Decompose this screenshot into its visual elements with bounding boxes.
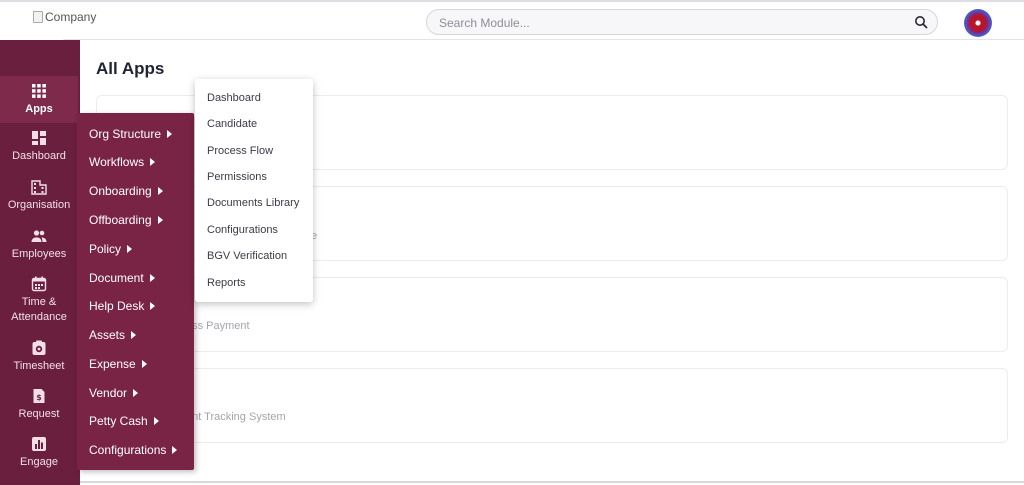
menu-item-assets[interactable]: Assets — [89, 328, 137, 342]
menu-item-label: Configurations — [89, 443, 167, 457]
menu-item-label: Vendor — [89, 386, 128, 400]
chart-icon — [32, 437, 46, 451]
menu-item-configurations[interactable]: Configurations — [89, 443, 178, 457]
flyout-item-bgv-verification[interactable]: BGV Verification — [207, 250, 287, 262]
sidebar-item-employees[interactable]: Employees — [0, 228, 78, 272]
app-card-subtitle: ess Payment — [186, 320, 250, 332]
apps-menu: Org Structure Workflows Onboarding Offbo… — [77, 113, 194, 470]
search-icon[interactable] — [914, 15, 928, 29]
menu-item-label: Document — [89, 271, 144, 285]
flyout-item-permissions[interactable]: Permissions — [207, 171, 267, 183]
menu-item-offboarding[interactable]: Offboarding — [89, 213, 163, 227]
sidebar-item-engage[interactable]: Engage — [0, 436, 78, 480]
menu-item-vendor[interactable]: Vendor — [89, 386, 139, 400]
menu-item-onboarding[interactable]: Onboarding — [89, 184, 163, 198]
sidebar-item-label: Organisation — [7, 199, 71, 211]
timesheet-icon — [32, 340, 46, 355]
menu-item-document[interactable]: Document — [89, 271, 155, 285]
logo-area: Company — [0, 2, 96, 42]
menu-item-label: Onboarding — [89, 184, 152, 198]
menu-item-label: Help Desk — [89, 299, 145, 313]
grid-icon — [32, 84, 46, 98]
onboarding-flyout-menu: Dashboard Candidate Process Flow Permiss… — [195, 79, 313, 302]
app-card[interactable]: ant Tracking System — [96, 368, 1008, 443]
sidebar-item-label: Dashboard — [12, 150, 66, 162]
caret-right-icon — [157, 216, 163, 224]
sidebar-item-time-attendance[interactable]: Time & Attendance — [0, 276, 78, 336]
search-input[interactable]: Search Module... — [426, 9, 938, 35]
dashboard-icon — [32, 131, 46, 145]
menu-item-label: Petty Cash — [89, 414, 148, 428]
caret-right-icon — [172, 446, 178, 454]
caret-right-icon — [150, 302, 156, 310]
sidebar-item-label: Apps — [25, 103, 53, 115]
sidebar-item-label: Engage — [20, 456, 58, 468]
calendar-icon — [31, 276, 47, 292]
menu-item-workflows[interactable]: Workflows — [89, 155, 156, 169]
flyout-item-dashboard[interactable]: Dashboard — [207, 92, 261, 104]
app-card-subtitle: ant Tracking System — [186, 411, 286, 423]
page-title: All Apps — [96, 59, 165, 78]
caret-right-icon — [149, 274, 155, 282]
menu-item-label: Assets — [89, 328, 126, 342]
menu-item-label: Org Structure — [89, 127, 162, 141]
people-icon — [31, 230, 47, 242]
svg-text:$: $ — [36, 393, 42, 402]
menu-item-help-desk[interactable]: Help Desk — [89, 299, 156, 313]
avatar[interactable] — [964, 9, 992, 37]
flyout-item-process-flow[interactable]: Process Flow — [207, 145, 273, 157]
flyout-item-reports[interactable]: Reports — [207, 277, 246, 289]
divider — [80, 481, 1024, 483]
caret-right-icon — [167, 130, 173, 138]
app-frame: Company Search Module... All Apps e ess … — [0, 0, 1024, 485]
caret-right-icon — [141, 360, 147, 368]
menu-item-petty-cash[interactable]: Petty Cash — [89, 414, 159, 428]
search-placeholder: Search Module... — [439, 16, 530, 30]
logo-alt-text: Company — [45, 10, 97, 24]
sidebar-item-label: Request — [18, 408, 60, 420]
menu-item-label: Offboarding — [89, 213, 152, 227]
request-icon: $ — [33, 389, 45, 403]
caret-right-icon — [157, 187, 163, 195]
menu-item-org-structure[interactable]: Org Structure — [89, 127, 173, 141]
caret-right-icon — [127, 245, 133, 253]
caret-right-icon — [150, 158, 156, 166]
sidebar-item-dashboard[interactable]: Dashboard — [0, 130, 78, 174]
top-bar: Company Search Module... — [0, 0, 1024, 42]
sidebar-item-apps[interactable]: Apps — [0, 76, 78, 123]
flyout-item-documents-library[interactable]: Documents Library — [207, 197, 299, 209]
caret-right-icon — [153, 417, 159, 425]
flyout-item-configurations[interactable]: Configurations — [207, 224, 278, 236]
menu-item-expense[interactable]: Expense — [89, 357, 147, 371]
sidebar-item-label: Employees — [11, 248, 67, 260]
sidebar-item-label: Timesheet — [13, 360, 65, 372]
flyout-item-candidate[interactable]: Candidate — [207, 118, 257, 130]
sidebar-item-label: Time & Attendance — [11, 296, 67, 323]
company-logo[interactable]: Company — [33, 10, 96, 24]
menu-item-policy[interactable]: Policy — [89, 242, 133, 256]
broken-image-icon — [33, 11, 43, 23]
menu-item-label: Policy — [89, 242, 122, 256]
caret-right-icon — [133, 389, 139, 397]
menu-item-label: Expense — [89, 357, 136, 371]
sidebar-item-request[interactable]: $ Request — [0, 388, 78, 432]
building-icon — [31, 180, 47, 195]
caret-right-icon — [131, 331, 137, 339]
menu-item-label: Workflows — [89, 155, 145, 169]
sidebar-item-timesheet[interactable]: Timesheet — [0, 340, 78, 384]
sidebar-item-organisation[interactable]: Organisation — [0, 179, 78, 223]
